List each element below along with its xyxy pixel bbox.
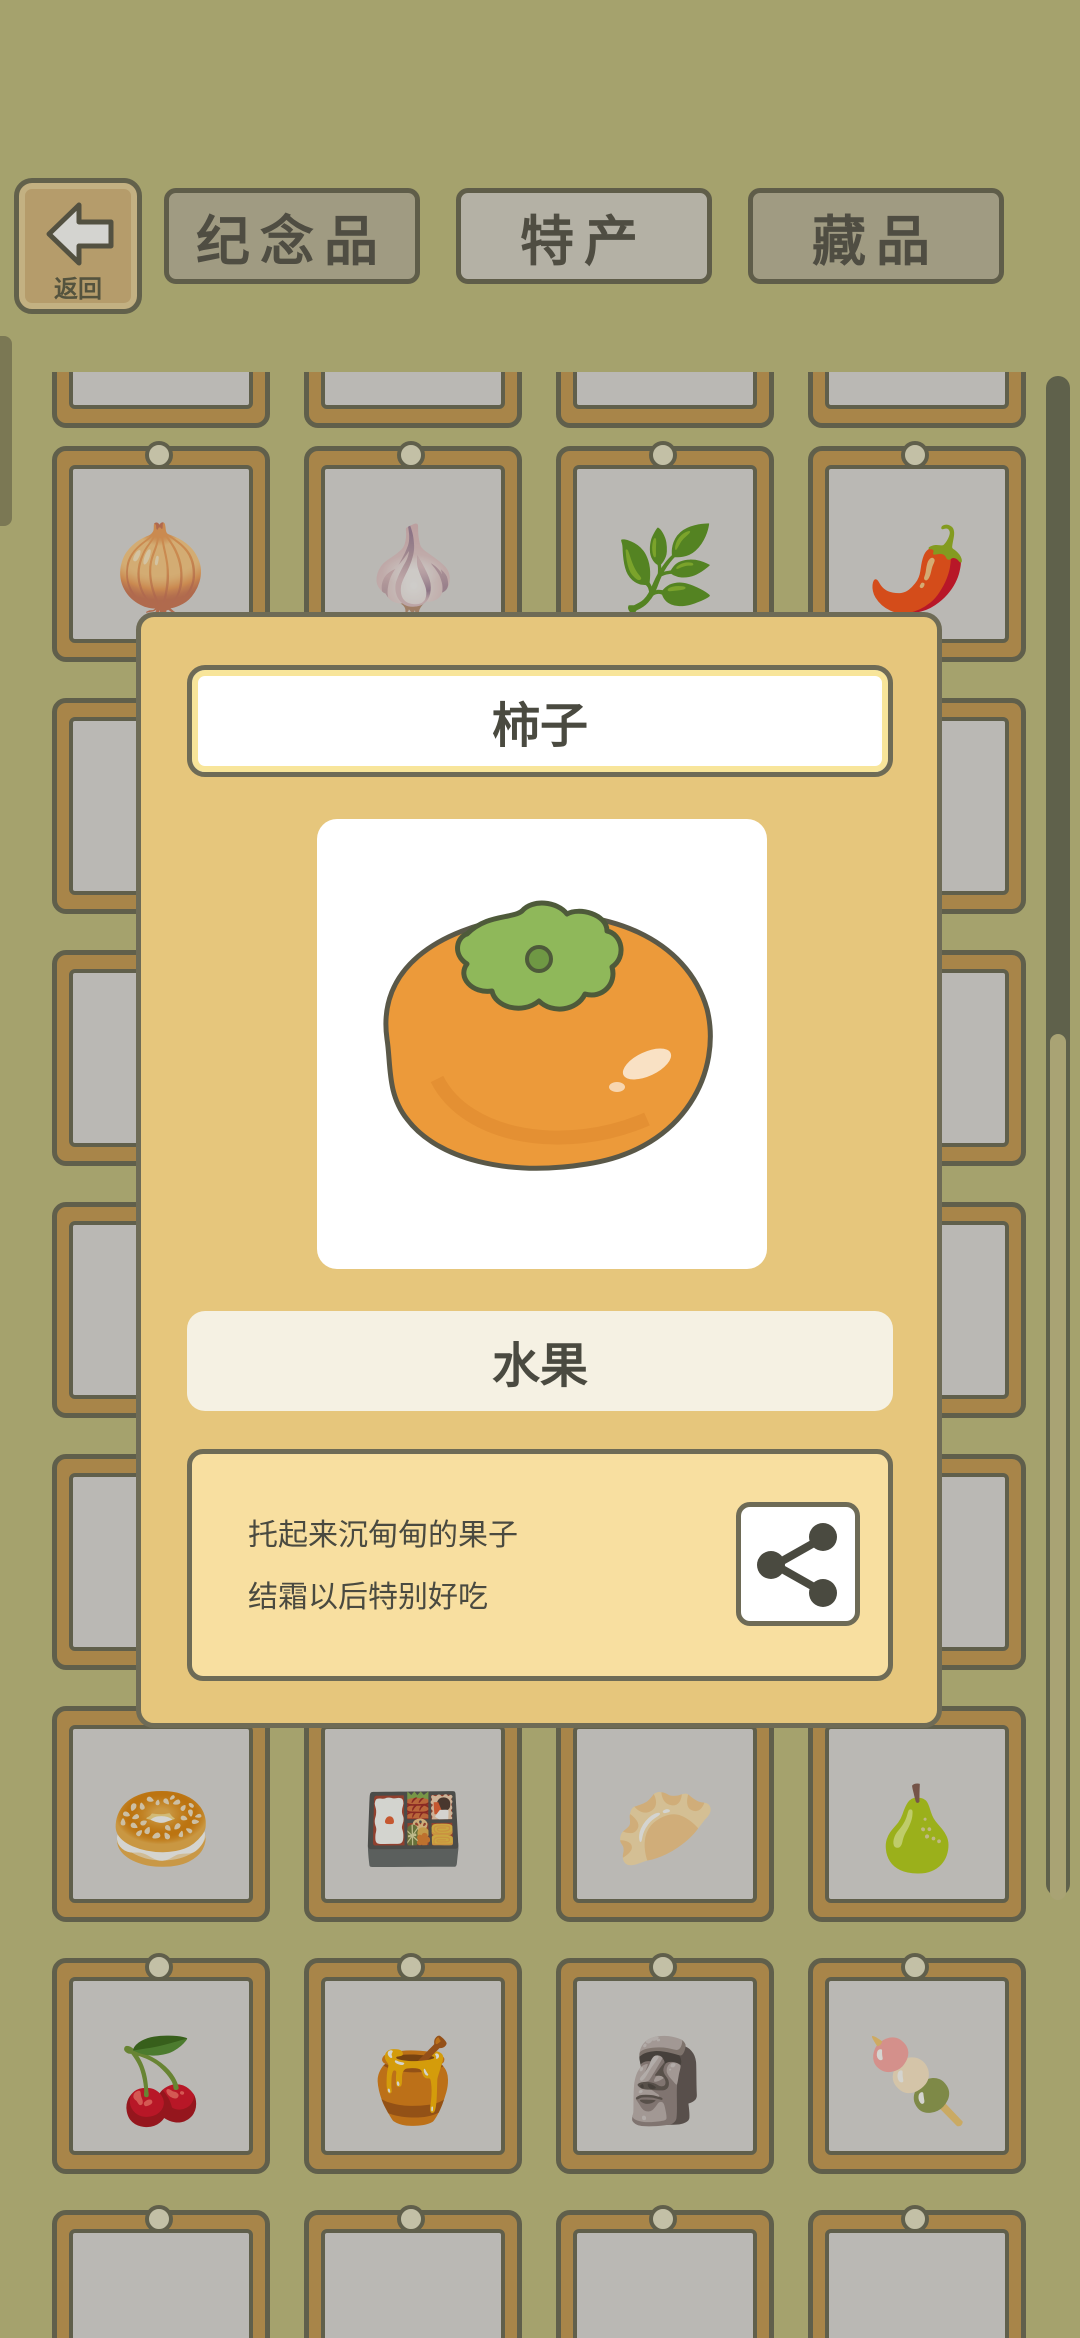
item-title: 柿子 [187,665,893,777]
share-icon [757,1523,837,1607]
tab-collections[interactable]: 藏品 [748,188,1004,284]
item-card[interactable] [304,2205,522,2338]
item-detail-modal: 柿子 水果 托起来沉甸甸的果子 结霜以后特别好吃 [136,612,942,1728]
bread-plate-icon: 🥯 [109,1782,213,1878]
back-label: 返回 [54,275,102,303]
item-card-bread[interactable]: 🥯 [52,1701,270,1922]
item-card[interactable] [52,2205,270,2338]
scrollbar-thumb[interactable] [1050,1034,1066,1900]
chili-pepper-icon: 🌶️ [865,522,969,618]
item-card-bronze-mask[interactable]: 🗿 [556,1953,774,2174]
item-card[interactable] [556,2205,774,2338]
pear-icon: 🍐 [865,1782,969,1878]
cherries-icon: 🍒 [109,2034,213,2130]
dumpling-plate-icon: 🥟 [613,1782,717,1878]
bronze-mask-icon: 🗿 [613,2034,717,2130]
pink-mask-icon: 🍡 [865,2034,969,2130]
tab-souvenirs[interactable]: 纪念品 [164,188,420,284]
back-arrow-icon [46,202,114,266]
item-card[interactable] [556,372,774,428]
item-category: 水果 [187,1311,893,1411]
item-description-box: 托起来沉甸甸的果子 结霜以后特别好吃 [187,1449,893,1681]
honey-jar-icon: 🍯 [361,2034,465,2130]
top-bar [0,0,1080,360]
description-line-1: 托起来沉甸甸的果子 [248,1518,518,1553]
persimmon-icon [383,900,713,1171]
back-button[interactable]: 返回 [14,178,142,314]
item-card-takeout[interactable]: 🍱 [304,1701,522,1922]
item-card-cherries[interactable]: 🍒 [52,1953,270,2174]
item-card[interactable] [52,372,270,428]
item-card-pink-mask[interactable]: 🍡 [808,1953,1026,2174]
item-card-pear[interactable]: 🍐 [808,1701,1026,1922]
description-line-2: 结霜以后特别好吃 [248,1580,488,1615]
item-card[interactable] [808,2205,1026,2338]
tab-specialties[interactable]: 特产 [456,188,712,284]
garlic-icon: 🧄 [361,522,465,618]
item-card[interactable] [304,372,522,428]
item-card[interactable] [808,372,1026,428]
share-button[interactable] [736,1502,860,1626]
item-card-dumplings[interactable]: 🥟 [556,1701,774,1922]
green-onion-icon: 🌿 [613,522,717,618]
item-card-honey[interactable]: 🍯 [304,1953,522,2174]
takeout-box-icon: 🍱 [361,1782,465,1878]
onion-icon: 🧅 [109,522,213,618]
item-image [317,819,767,1269]
